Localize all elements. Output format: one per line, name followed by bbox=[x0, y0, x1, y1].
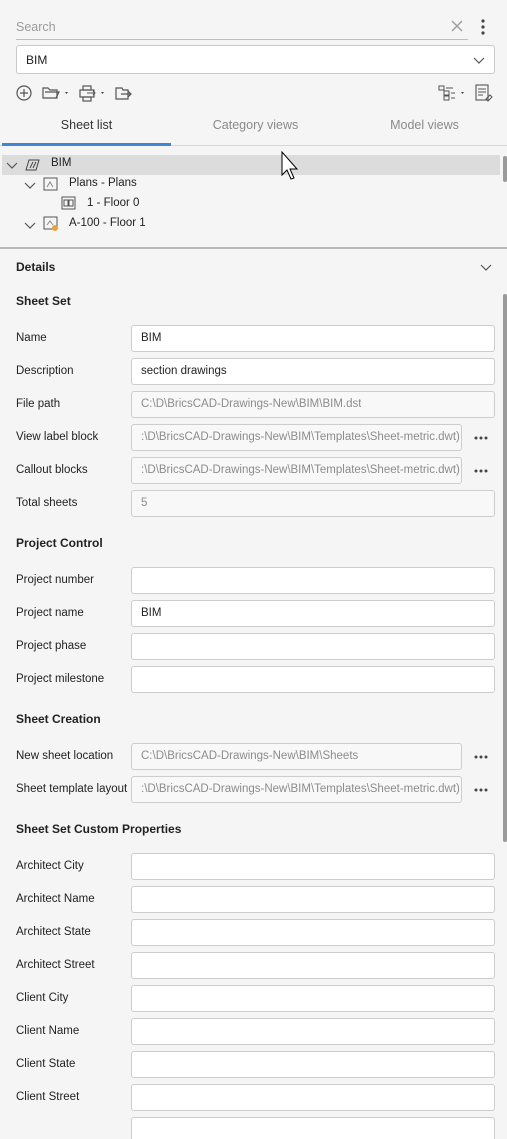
client-name-field[interactable] bbox=[131, 1018, 495, 1045]
view-options-button[interactable] bbox=[437, 82, 469, 104]
client-state-field[interactable] bbox=[131, 1051, 495, 1078]
sheetset-select[interactable]: BIM bbox=[16, 45, 495, 74]
project-phase-field[interactable] bbox=[131, 633, 495, 660]
browse-callout-blocks-icon[interactable] bbox=[473, 468, 489, 474]
properties-icon bbox=[475, 84, 493, 102]
total-sheets-field: 5 bbox=[131, 490, 495, 517]
architect-name-field[interactable] bbox=[131, 886, 495, 913]
export-icon bbox=[115, 87, 132, 100]
tree-view-icon bbox=[438, 85, 464, 101]
name-label: Name bbox=[16, 332, 47, 344]
client-street-field[interactable] bbox=[131, 1084, 495, 1111]
browse-template-layout-icon[interactable] bbox=[473, 787, 489, 793]
chevron-down-icon bbox=[473, 57, 485, 64]
callout-blocks-field[interactable]: :\D\BricsCAD-Drawings-New\BIM\Templates\… bbox=[131, 457, 462, 484]
tree-scrollbar[interactable] bbox=[503, 156, 507, 182]
client-city-label: Client City bbox=[16, 992, 69, 1004]
mouse-cursor-icon bbox=[281, 151, 299, 180]
architect-city-field[interactable] bbox=[131, 853, 495, 880]
project-number-label: Project number bbox=[16, 574, 94, 586]
add-circle-icon bbox=[16, 85, 32, 101]
project-name-label: Project name bbox=[16, 607, 84, 619]
sheet-icon bbox=[43, 216, 58, 231]
project-phase-label: Project phase bbox=[16, 640, 87, 652]
architect-city-label: Architect City bbox=[16, 860, 84, 872]
client-street-label: Client Street bbox=[16, 1091, 80, 1103]
clear-search-icon[interactable] bbox=[450, 19, 464, 33]
export-button[interactable] bbox=[112, 82, 134, 104]
tab-bar: Sheet list Category views Model views bbox=[0, 108, 507, 146]
browse-view-label-block-icon[interactable] bbox=[473, 435, 489, 441]
sheet-template-layout-label: Sheet template layout bbox=[16, 783, 128, 795]
section-sheet-set: Sheet Set bbox=[16, 294, 71, 308]
architect-name-label: Architect Name bbox=[16, 893, 95, 905]
sheet-set-icon bbox=[25, 159, 40, 171]
client-state-label: Client State bbox=[16, 1058, 76, 1070]
open-sheet-set-button[interactable] bbox=[40, 82, 72, 104]
new-sheet-set-button[interactable] bbox=[14, 82, 36, 104]
view-icon bbox=[61, 196, 76, 210]
open-folder-icon bbox=[42, 87, 68, 99]
tab-model-views[interactable]: Model views bbox=[340, 118, 507, 132]
properties-button[interactable] bbox=[473, 82, 495, 104]
client-name-label: Client Name bbox=[16, 1025, 80, 1037]
description-label: Description bbox=[16, 365, 74, 377]
details-title: Details bbox=[16, 260, 56, 274]
total-sheets-label: Total sheets bbox=[16, 497, 78, 509]
active-tab-indicator bbox=[2, 143, 171, 146]
tree-view-label[interactable]: 1 - Floor 0 bbox=[87, 197, 139, 209]
file-path-label: File path bbox=[16, 398, 61, 410]
next-property-field[interactable] bbox=[131, 1117, 495, 1139]
callout-blocks-label: Callout blocks bbox=[16, 464, 88, 476]
tab-category-views[interactable]: Category views bbox=[171, 118, 340, 132]
subset-icon bbox=[43, 177, 58, 191]
new-sheet-location-field[interactable]: C:\D\BricsCAD-Drawings-New\BIM\Sheets bbox=[131, 743, 462, 770]
new-sheet-location-label: New sheet location bbox=[16, 750, 114, 762]
tree-root-label[interactable]: BIM bbox=[51, 157, 71, 169]
client-city-field[interactable] bbox=[131, 985, 495, 1012]
more-options-icon[interactable] bbox=[476, 17, 490, 37]
tree-row-selected[interactable] bbox=[2, 155, 500, 175]
name-field[interactable]: BIM bbox=[131, 325, 495, 352]
panel-splitter[interactable] bbox=[0, 247, 507, 249]
publish-button[interactable] bbox=[76, 82, 108, 104]
chevron-down-icon[interactable] bbox=[24, 220, 36, 230]
architect-state-label: Architect State bbox=[16, 926, 91, 938]
sheetset-select-value: BIM bbox=[26, 53, 48, 67]
chevron-down-icon[interactable] bbox=[480, 262, 492, 272]
sheet-template-layout-field[interactable]: :\D\BricsCAD-Drawings-New\BIM\Templates\… bbox=[131, 776, 462, 803]
architect-street-field[interactable] bbox=[131, 952, 495, 979]
file-path-field[interactable]: C:\D\BricsCAD-Drawings-New\BIM\BIM.dst bbox=[131, 391, 495, 418]
search-bar bbox=[16, 14, 468, 40]
tree-sheet-label[interactable]: A-100 - Floor 1 bbox=[69, 217, 146, 229]
description-field[interactable]: section drawings bbox=[131, 358, 495, 385]
section-project-control: Project Control bbox=[16, 536, 103, 550]
architect-street-label: Architect Street bbox=[16, 959, 95, 971]
project-milestone-field[interactable] bbox=[131, 666, 495, 693]
section-custom-properties: Sheet Set Custom Properties bbox=[16, 822, 182, 836]
tab-sheet-list[interactable]: Sheet list bbox=[2, 118, 171, 132]
project-milestone-label: Project milestone bbox=[16, 673, 105, 685]
chevron-down-icon[interactable] bbox=[24, 180, 36, 190]
project-number-field[interactable] bbox=[131, 567, 495, 594]
chevron-down-icon[interactable] bbox=[6, 160, 18, 170]
search-input[interactable] bbox=[16, 18, 436, 36]
view-label-block-field[interactable]: :\D\BricsCAD-Drawings-New\BIM\Templates\… bbox=[131, 424, 462, 451]
details-scrollbar[interactable] bbox=[503, 294, 507, 842]
section-sheet-creation: Sheet Creation bbox=[16, 712, 101, 726]
browse-sheet-location-icon[interactable] bbox=[473, 754, 489, 760]
tree-subset-label[interactable]: Plans - Plans bbox=[69, 177, 137, 189]
view-label-block-label: View label block bbox=[16, 431, 99, 443]
project-name-field[interactable]: BIM bbox=[131, 600, 495, 627]
publish-icon bbox=[79, 85, 104, 102]
architect-state-field[interactable] bbox=[131, 919, 495, 946]
